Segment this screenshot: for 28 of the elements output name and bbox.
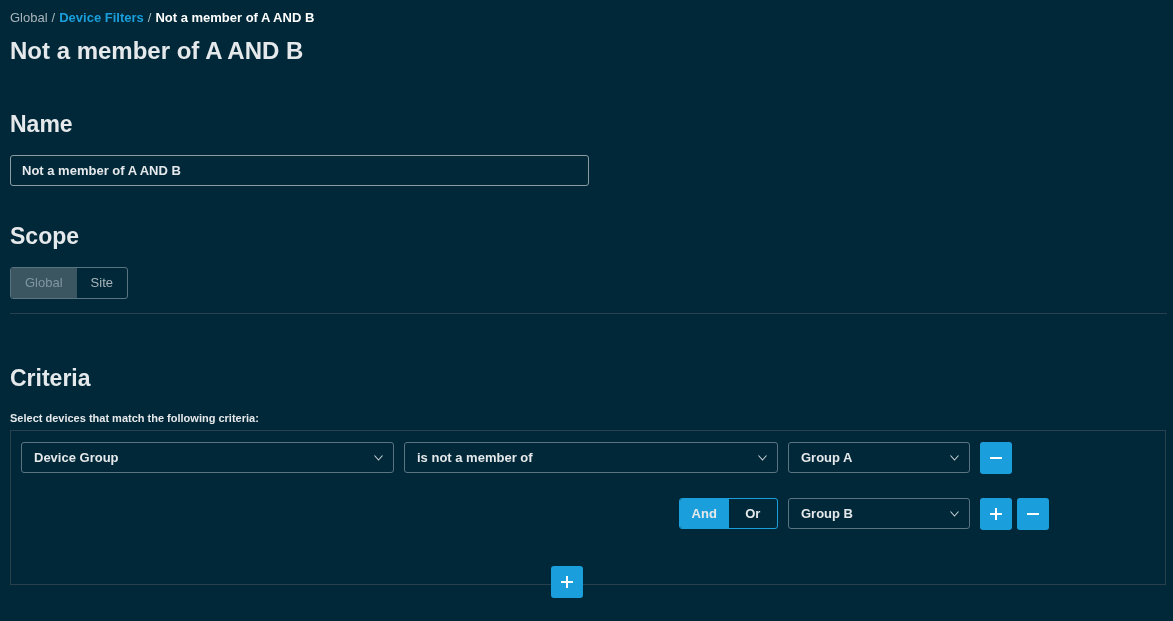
breadcrumb-item: Not a member of A AND B [155, 9, 315, 26]
name-field[interactable]: Not a member of A AND B [10, 155, 589, 186]
breadcrumb-item: Global [10, 9, 48, 26]
criteria-description: Select devices that match the following criteria: [10, 411, 260, 425]
minus-icon [990, 456, 1002, 459]
scope-tab[interactable]: Site [76, 268, 127, 298]
plus-icon [561, 576, 573, 588]
dropdown[interactable]: Device Group [21, 442, 394, 473]
section-heading: Scope [10, 222, 81, 250]
page-title: Not a member of A AND B [10, 37, 305, 65]
chevron-down-icon [950, 510, 959, 517]
remove-button[interactable] [980, 441, 1012, 474]
remove-button[interactable] [1017, 497, 1049, 530]
dropdown[interactable]: is not a member of [404, 442, 778, 473]
section-heading: Criteria [10, 364, 92, 392]
chevron-down-icon [950, 454, 959, 461]
chevron-down-icon [758, 454, 767, 461]
plus-icon [990, 507, 1002, 520]
add-button[interactable] [980, 497, 1012, 530]
dropdown[interactable]: Group B [788, 498, 970, 529]
breadcrumb-link[interactable]: Device Filters [59, 9, 144, 26]
minus-icon [1027, 512, 1039, 515]
breadcrumb-separator: / [147, 9, 152, 26]
section-heading: Name [10, 110, 74, 138]
dropdown[interactable]: Group A [788, 442, 970, 473]
logic-toggle[interactable]: Or [728, 499, 777, 528]
chevron-down-icon [374, 454, 383, 461]
breadcrumb-separator: / [51, 9, 56, 26]
